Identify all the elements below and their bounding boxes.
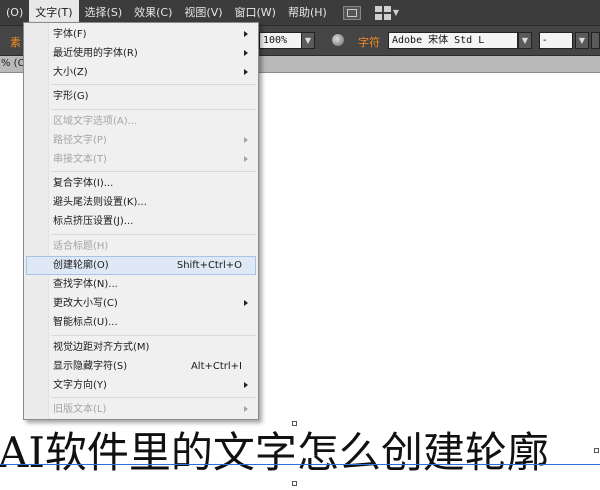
menu-item-label: 智能标点(U)... <box>53 317 118 328</box>
menu-smart-punctuation[interactable]: 智能标点(U)... <box>26 313 256 332</box>
menu-separator <box>51 335 256 336</box>
menu-create-outlines[interactable]: 创建轮廓(O) Shift+Ctrl+O <box>26 256 256 275</box>
menu-item-label: 字形(G) <box>53 91 89 102</box>
menu-item-label: 查找字体(N)... <box>53 279 118 290</box>
menu-change-case[interactable]: 更改大小写(C) <box>26 294 256 313</box>
menu-composite-fonts[interactable]: 复合字体(I)... <box>26 174 256 193</box>
character-panel-link[interactable]: 字符 <box>358 34 380 50</box>
menu-item-label: 字体(F) <box>53 29 87 40</box>
menu-legacy-text: 旧版文本(L) <box>26 400 256 419</box>
canvas-text-object[interactable]: AI软件里的文字怎么创建轮廓 <box>0 426 600 480</box>
menu-separator <box>51 109 256 110</box>
bridge-icon[interactable] <box>342 5 361 20</box>
arrange-grid-icon <box>374 5 391 20</box>
menu-item-help[interactable]: 帮助(H) <box>282 0 333 25</box>
menu-item-label: 路径文字(P) <box>53 135 107 146</box>
zoom-dropdown-button[interactable]: ▼ <box>301 32 315 49</box>
menu-item-label: 创建轮廓(O) <box>53 260 109 271</box>
menu-item-label: 旧版文本(L) <box>53 404 107 415</box>
menu-recent-fonts[interactable]: 最近使用的字体(R) <box>26 44 256 63</box>
menu-find-font[interactable]: 查找字体(N)... <box>26 275 256 294</box>
menu-item-label: 文字方向(Y) <box>53 380 107 391</box>
type-menu-dropdown: 字体(F) 最近使用的字体(R) 大小(Z) 字形(G) 区域文字选项(A)... 路径文… <box>23 22 259 420</box>
submenu-arrow-icon <box>244 137 248 143</box>
submenu-arrow-icon <box>244 406 248 412</box>
menu-fit-headline: 适合标题(H) <box>26 237 256 256</box>
submenu-arrow-icon <box>244 69 248 75</box>
selection-handle-right[interactable] <box>594 448 599 453</box>
menu-item-label: 适合标题(H) <box>53 241 109 252</box>
menu-kinsoku-settings[interactable]: 避头尾法则设置(K)... <box>26 193 256 212</box>
control-bar-label[interactable]: 素 <box>10 34 21 50</box>
menu-font[interactable]: 字体(F) <box>26 25 256 44</box>
selection-handle-bottom[interactable] <box>292 481 297 486</box>
menu-threaded-text: 串接文本(T) <box>26 150 256 169</box>
menu-separator <box>51 234 256 235</box>
arrange-documents-button[interactable]: ▼ <box>374 5 399 20</box>
font-family-field[interactable]: Adobe 宋体 Std L <box>388 32 518 49</box>
menu-item-label: 区域文字选项(A)... <box>53 116 138 127</box>
menu-mojikumi-settings[interactable]: 标点挤压设置(J)... <box>26 212 256 231</box>
menu-type-orientation[interactable]: 文字方向(Y) <box>26 376 256 395</box>
submenu-arrow-icon <box>244 31 248 37</box>
menu-item-shortcut: Shift+Ctrl+O <box>176 260 242 271</box>
font-family-dropdown-button[interactable]: ▼ <box>518 32 532 49</box>
selection-handle-top[interactable] <box>292 421 297 426</box>
menu-item-label: 标点挤压设置(J)... <box>53 216 134 227</box>
menu-area-type-options: 区域文字选项(A)... <box>26 112 256 131</box>
submenu-arrow-icon <box>244 50 248 56</box>
menu-item-label: 最近使用的字体(R) <box>53 48 138 59</box>
menu-item-label: 视觉边距对齐方式(M) <box>53 342 150 353</box>
submenu-arrow-icon <box>244 300 248 306</box>
menu-separator <box>51 171 256 172</box>
menu-item-label: 避头尾法则设置(K)... <box>53 197 147 208</box>
menu-separator <box>51 397 256 398</box>
chevron-down-icon: ▼ <box>392 8 399 17</box>
submenu-arrow-icon <box>244 156 248 162</box>
menu-size[interactable]: 大小(Z) <box>26 63 256 82</box>
menu-show-hidden-characters[interactable]: 显示隐藏字符(S) Alt+Ctrl+I <box>26 357 256 376</box>
text-baseline <box>0 464 600 465</box>
menu-glyphs[interactable]: 字形(G) <box>26 87 256 106</box>
menu-item-label: 串接文本(T) <box>53 154 107 165</box>
menu-separator <box>51 84 256 85</box>
canvas-headline-text: AI软件里的文字怎么创建轮廓 <box>0 428 549 477</box>
menu-item-shortcut: Alt+Ctrl+I <box>190 361 242 372</box>
menu-optical-margin-alignment[interactable]: 视觉边距对齐方式(M) <box>26 338 256 357</box>
menu-item-label: 复合字体(I)... <box>53 178 114 189</box>
submenu-arrow-icon <box>244 382 248 388</box>
font-style-dropdown-button[interactable]: ▼ <box>575 32 589 49</box>
font-style-field[interactable]: - <box>539 32 573 49</box>
font-size-stepper[interactable] <box>591 32 600 49</box>
menu-item-label: 显示隐藏字符(S) <box>53 361 128 372</box>
menu-item-label: 大小(Z) <box>53 67 88 78</box>
menu-type-on-path: 路径文字(P) <box>26 131 256 150</box>
menu-item-label: 更改大小写(C) <box>53 298 118 309</box>
globe-icon[interactable] <box>332 34 344 46</box>
